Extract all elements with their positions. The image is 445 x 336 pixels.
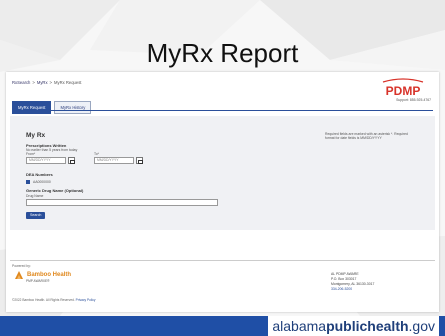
tab-divider bbox=[12, 110, 433, 111]
drug-name-input[interactable] bbox=[26, 199, 218, 206]
drug-name-label: Drug Name bbox=[26, 194, 44, 198]
pdmp-logo: PDMP bbox=[382, 78, 424, 98]
required-fields-note: Required fields are marked with an aster… bbox=[325, 132, 408, 141]
bamboo-health-name: Bamboo Health bbox=[27, 272, 72, 278]
tab-myrx-request[interactable]: MyRx Request bbox=[12, 101, 52, 114]
copyright-line: ©2022 Bamboo Health. All Rights Reserved… bbox=[12, 298, 96, 302]
myrx-form-panel: My Rx Required fields are marked with an… bbox=[10, 116, 435, 230]
app-header: RxSearch > MyRx > MyRx Request PDMP Supp… bbox=[6, 72, 439, 114]
footer-divider bbox=[10, 260, 435, 261]
brand-bar: alabamapublichealth.gov bbox=[0, 316, 445, 336]
brand-suffix: .gov bbox=[408, 318, 435, 334]
from-label: From* bbox=[26, 152, 36, 156]
bamboo-leaf-icon bbox=[15, 271, 23, 279]
breadcrumb-separator: > bbox=[32, 80, 35, 85]
copyright-text: ©2022 Bamboo Health. All Rights Reserved… bbox=[12, 298, 75, 302]
to-date-input[interactable]: MM/DD/YYYY bbox=[94, 157, 134, 164]
brand-bold: publichealth bbox=[326, 318, 409, 334]
contact-address: AL PDMP AWARE P.O. Box 303017 Montgomery… bbox=[331, 272, 411, 292]
tab-myrx-history[interactable]: MyRx History bbox=[54, 101, 92, 114]
breadcrumb: RxSearch > MyRx > MyRx Request bbox=[12, 80, 81, 85]
alabama-public-health-brand: alabamapublichealth.gov bbox=[268, 316, 439, 336]
bamboo-health-subtitle: PMP AWARXE® bbox=[26, 279, 50, 283]
dea-checkbox[interactable] bbox=[26, 180, 30, 184]
pdmp-logo-text: PDMP bbox=[386, 84, 421, 98]
app-footer: Powered by: Bamboo Health PMP AWARXE® ©2… bbox=[6, 260, 439, 312]
from-calendar-icon[interactable] bbox=[68, 157, 75, 164]
generic-drug-label: Generic Drug Name (Optional) bbox=[26, 188, 84, 193]
breadcrumb-separator: > bbox=[49, 80, 52, 85]
slide-title: MyRx Report bbox=[146, 38, 299, 68]
embedded-screenshot: RxSearch > MyRx > MyRx Request PDMP Supp… bbox=[6, 72, 439, 312]
privacy-policy-link[interactable]: Privacy Policy bbox=[76, 298, 96, 302]
tab-bar: MyRx Request MyRx History bbox=[12, 101, 92, 114]
brand-prefix: alabama bbox=[272, 318, 327, 334]
contact-phone[interactable]: 334-206-5200 bbox=[331, 287, 411, 292]
breadcrumb-rxsearch[interactable]: RxSearch bbox=[12, 80, 30, 85]
dea-number-value: AA0000000 bbox=[33, 180, 51, 184]
form-title: My Rx bbox=[26, 132, 46, 139]
breadcrumb-myrx[interactable]: MyRx bbox=[37, 80, 48, 85]
support-phone: Support: 855-925-4767 bbox=[396, 98, 431, 102]
from-date-input[interactable]: MM/DD/YYYY bbox=[26, 157, 66, 164]
to-label: To* bbox=[94, 152, 99, 156]
powered-by-label: Powered by: bbox=[12, 264, 31, 268]
dea-numbers-label: DEA Numbers bbox=[26, 172, 53, 177]
breadcrumb-current: MyRx Request bbox=[54, 80, 82, 85]
to-calendar-icon[interactable] bbox=[136, 157, 143, 164]
search-button[interactable]: Search bbox=[26, 212, 46, 219]
